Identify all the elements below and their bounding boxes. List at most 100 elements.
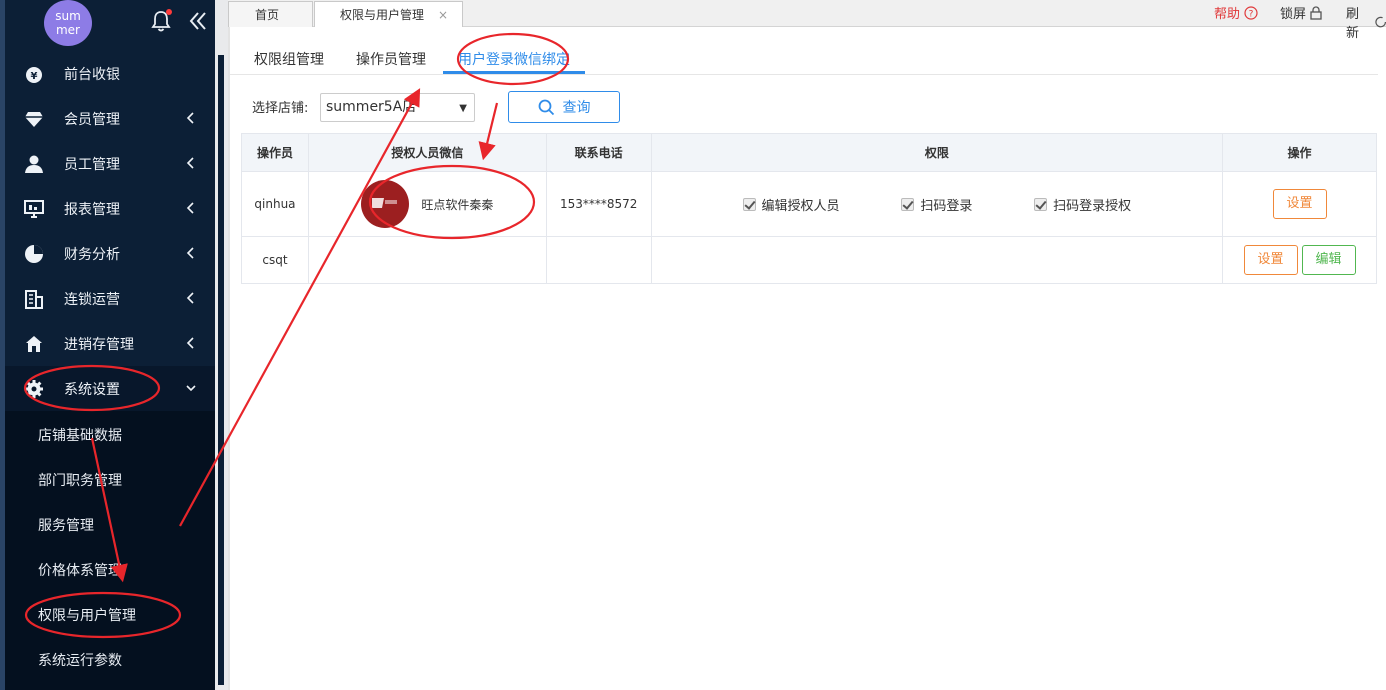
content-left-border (228, 27, 230, 690)
lock-icon (1310, 5, 1322, 20)
submenu-store-data[interactable]: 店铺基础数据 (38, 425, 122, 445)
svg-text:?: ? (1249, 9, 1254, 19)
wechat-avatar (361, 180, 410, 228)
chevron-left-icon (186, 292, 194, 304)
wechat-cell (307, 236, 547, 284)
lock-screen-button[interactable]: 锁屏 (1280, 3, 1322, 22)
menu-item-cashier[interactable]: ¥ 前台收银 (5, 51, 215, 96)
operator-cell: csqt (241, 236, 309, 284)
store-select[interactable]: summer5A店 ▼ (320, 93, 475, 122)
store-select-label: 选择店铺: (252, 101, 309, 116)
chevron-left-icon (186, 112, 194, 124)
store-select-value: summer5A店 (326, 99, 417, 115)
menu-label: 员工管理 (64, 156, 120, 173)
menu-item-members[interactable]: 会员管理 (5, 96, 215, 141)
edit-button[interactable]: 编辑 (1301, 245, 1356, 275)
subtab-wechat-binding[interactable]: 用户登录微信绑定 (458, 49, 570, 69)
menu-item-staff[interactable]: 员工管理 (5, 141, 215, 186)
table-row: qinhua 旺点软件秦秦 153****8572 编辑授权人员 扫码登录 扫码… (241, 171, 1377, 237)
permission-label: 编辑授权人员 (761, 198, 840, 214)
phone-cell: 153****8572 (545, 171, 652, 237)
app-window: sum mer ¥ 前台收银 会员管理 员工管理 报表管理 财务分析 连锁运营 … (0, 0, 1386, 690)
permissions-cell: 编辑授权人员 扫码登录 扫码登录授权 (650, 171, 1224, 237)
diamond-icon (23, 108, 45, 130)
column-header: 联系电话 (545, 133, 652, 172)
permissions-cell (650, 236, 1224, 284)
submenu-pricing[interactable]: 价格体系管理 (38, 560, 122, 580)
set-button[interactable]: 设置 (1243, 245, 1298, 275)
help-link[interactable]: 帮助 ? (1214, 3, 1258, 22)
permission-checkbox[interactable]: 扫码登录 (901, 195, 972, 214)
question-circle-icon: ? (1244, 5, 1258, 20)
help-label: 帮助 (1214, 7, 1241, 22)
menu-item-chain[interactable]: 连锁运营 (5, 276, 215, 321)
refresh-icon (1375, 16, 1386, 28)
chevron-left-icon (186, 247, 194, 259)
menu-label: 会员管理 (64, 111, 120, 128)
tab-label: 首页 (255, 8, 280, 22)
query-label: 查询 (562, 100, 591, 116)
subtab-permission-groups[interactable]: 权限组管理 (254, 49, 324, 69)
table-row: csqt 设置 编辑 (241, 236, 1377, 284)
menu-label: 系统设置 (64, 381, 120, 398)
collapse-sidebar-icon[interactable] (186, 9, 210, 33)
permission-checkbox[interactable]: 编辑授权人员 (742, 195, 840, 214)
wechat-cell: 旺点软件秦秦 (307, 171, 547, 237)
submenu-departments[interactable]: 部门职务管理 (38, 470, 122, 490)
actions-cell: 设置 编辑 (1222, 236, 1377, 284)
building-icon (23, 288, 45, 310)
close-icon[interactable]: × (438, 8, 448, 22)
sidebar: sum mer ¥ 前台收银 会员管理 员工管理 报表管理 财务分析 连锁运营 … (0, 0, 215, 690)
checkbox-checked-icon (1034, 197, 1048, 211)
submenu-services[interactable]: 服务管理 (38, 515, 94, 535)
menu-item-finance[interactable]: 财务分析 (5, 231, 215, 276)
actions-cell: 设置 (1222, 171, 1377, 237)
chevron-left-icon (186, 202, 194, 214)
permission-label: 扫码登录授权 (1053, 198, 1132, 214)
column-header: 操作员 (241, 133, 309, 172)
tab-bar: 首页 权限与用户管理 × 帮助 ? 锁屏 刷新 (228, 0, 1386, 41)
subtab-operators[interactable]: 操作员管理 (356, 49, 426, 69)
menu-item-inventory[interactable]: 进销存管理 (5, 321, 215, 366)
lock-label: 锁屏 (1280, 7, 1307, 22)
column-header: 授权人员微信 (307, 133, 547, 172)
caret-down-icon: ▼ (459, 103, 467, 114)
wechat-name: 旺点软件秦秦 (421, 197, 494, 212)
menu-label: 报表管理 (64, 201, 120, 218)
tab-label: 权限与用户管理 (340, 8, 425, 22)
chevron-left-icon (186, 157, 194, 169)
monitor-icon (23, 198, 45, 220)
column-header: 操作 (1222, 133, 1377, 172)
gear-icon (23, 378, 45, 400)
phone-cell (545, 236, 652, 284)
sidebar-scrollbar[interactable] (218, 55, 224, 685)
chevron-left-icon (186, 337, 194, 349)
settings-submenu: 店铺基础数据 部门职务管理 服务管理 价格体系管理 权限与用户管理 系统运行参数 (5, 411, 215, 690)
tab-home[interactable]: 首页 (228, 1, 313, 27)
svg-text:¥: ¥ (31, 71, 38, 82)
menu-label: 财务分析 (64, 246, 120, 263)
submenu-system-params[interactable]: 系统运行参数 (38, 650, 122, 670)
sub-tab-bar: 权限组管理 操作员管理 用户登录微信绑定 (230, 33, 1378, 75)
checkbox-checked-icon (901, 197, 915, 211)
permission-label: 扫码登录 (920, 198, 973, 214)
permission-checkbox[interactable]: 扫码登录授权 (1034, 195, 1131, 214)
active-tab-underline (443, 71, 585, 74)
user-avatar[interactable]: sum mer (44, 0, 92, 46)
menu-item-settings[interactable]: 系统设置 (5, 366, 215, 411)
checkbox-checked-icon (742, 197, 756, 211)
menu-label: 连锁运营 (64, 291, 120, 308)
table-header-row: 操作员 授权人员微信 联系电话 权限 操作 (241, 133, 1377, 172)
query-button[interactable]: 查询 (508, 91, 620, 123)
tab-permissions-users[interactable]: 权限与用户管理 × (314, 1, 463, 27)
set-button[interactable]: 设置 (1272, 189, 1327, 219)
operator-cell: qinhua (241, 171, 309, 237)
house-icon (23, 333, 45, 355)
submenu-permissions-users[interactable]: 权限与用户管理 (38, 605, 136, 625)
person-icon (23, 153, 45, 175)
column-header: 权限 (650, 133, 1224, 172)
menu-item-reports[interactable]: 报表管理 (5, 186, 215, 231)
avatar-text: sum mer (55, 9, 81, 37)
wechat-binding-table: 操作员 授权人员微信 联系电话 权限 操作 qinhua 旺点软件秦秦 153*… (241, 133, 1377, 284)
notification-dot (166, 9, 172, 15)
